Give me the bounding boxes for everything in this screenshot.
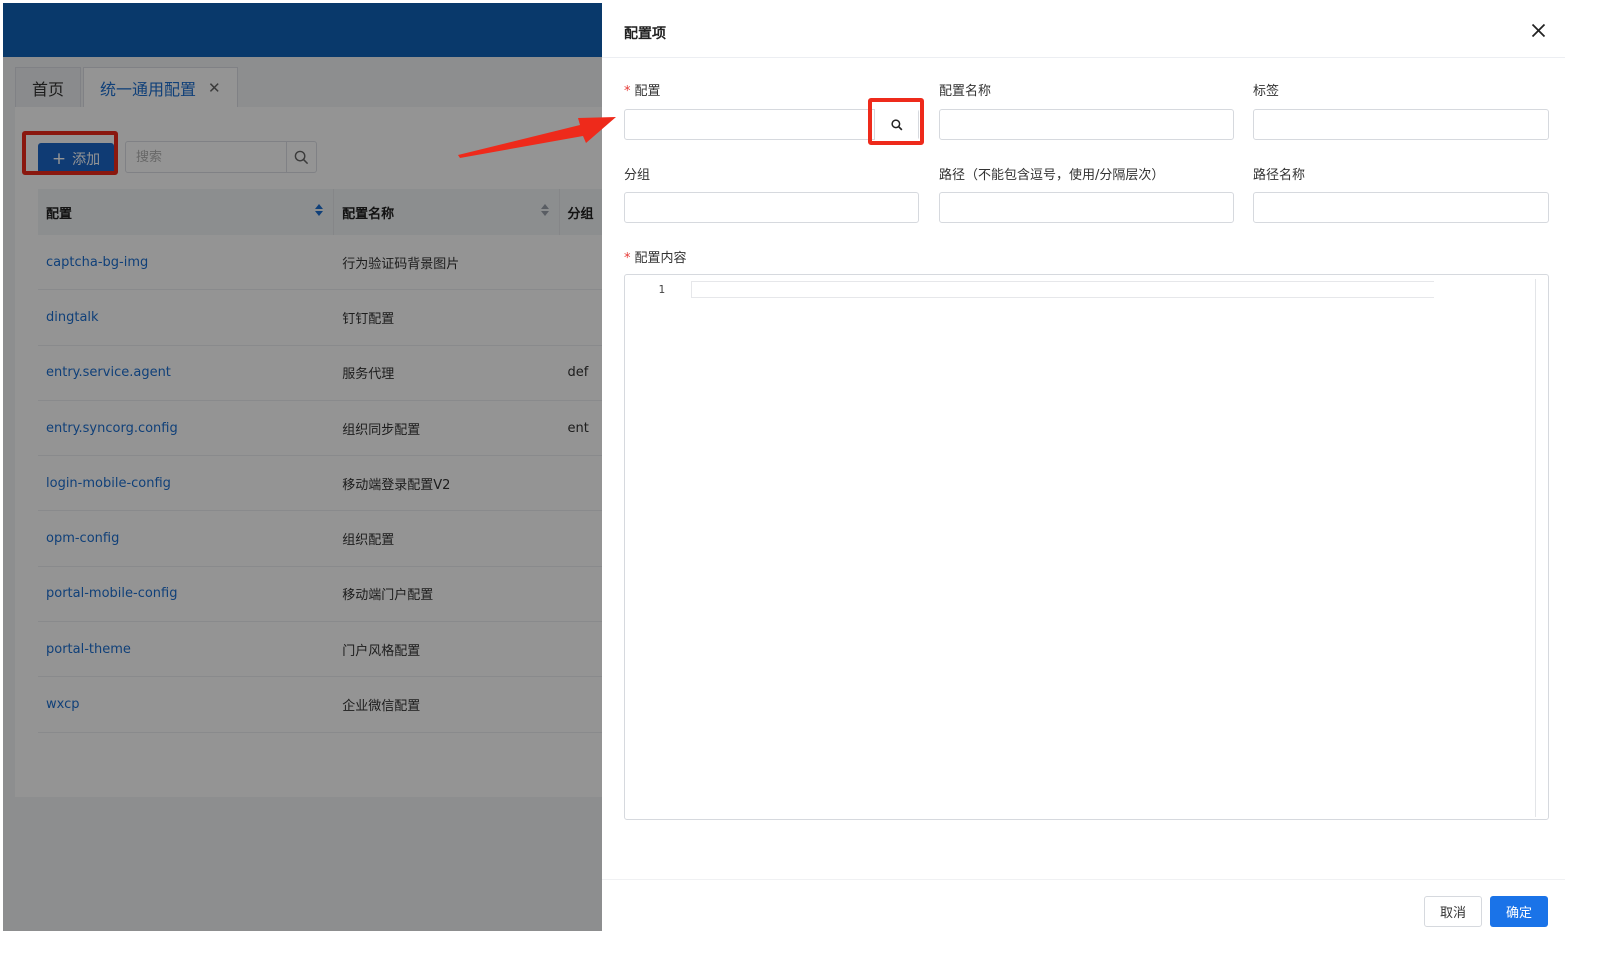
config-item-drawer: 配置项 * 配置 配置名称 标签 分组 路径（不能包含逗号，使用/分隔层次） 路… bbox=[602, 3, 1565, 931]
line-number: 1 bbox=[658, 283, 665, 296]
tag-input[interactable] bbox=[1254, 110, 1548, 139]
editor-scrollbar[interactable] bbox=[1535, 279, 1536, 817]
tag-label: 标签 bbox=[1253, 84, 1280, 99]
required-mark: * bbox=[624, 251, 631, 266]
group-label: 分组 bbox=[624, 168, 651, 183]
config-label: * 配置 bbox=[624, 80, 661, 99]
annotation-arrow-icon bbox=[458, 117, 616, 158]
drawer-header: 配置项 bbox=[602, 3, 1565, 58]
label-text: 配置内容 bbox=[634, 251, 687, 266]
path-name-input[interactable] bbox=[1254, 193, 1548, 222]
path-label: 路径（不能包含逗号，使用/分隔层次） bbox=[939, 168, 1165, 183]
path-input[interactable] bbox=[940, 193, 1233, 222]
active-line[interactable] bbox=[691, 281, 1434, 298]
required-mark: * bbox=[624, 84, 631, 99]
confirm-button[interactable]: 确定 bbox=[1490, 896, 1548, 927]
path-name-label: 路径名称 bbox=[1253, 168, 1306, 183]
cancel-button[interactable]: 取消 bbox=[1424, 896, 1482, 927]
config-name-field bbox=[939, 109, 1234, 140]
tag-field bbox=[1253, 109, 1549, 140]
drawer-footer: 取消 确定 bbox=[602, 879, 1565, 931]
label-text: 配置 bbox=[634, 84, 661, 99]
config-name-input[interactable] bbox=[940, 110, 1233, 139]
path-name-field bbox=[1253, 192, 1549, 223]
code-editor[interactable]: 1 bbox=[624, 274, 1549, 820]
highlight-box bbox=[868, 98, 924, 145]
close-icon bbox=[1531, 23, 1545, 37]
group-field bbox=[624, 192, 919, 223]
close-button[interactable] bbox=[1527, 19, 1549, 41]
config-input[interactable] bbox=[625, 110, 875, 139]
group-input[interactable] bbox=[625, 193, 918, 222]
path-field bbox=[939, 192, 1234, 223]
config-name-label: 配置名称 bbox=[939, 84, 992, 99]
drawer-title: 配置项 bbox=[624, 26, 666, 42]
content-label: * 配置内容 bbox=[624, 247, 687, 266]
